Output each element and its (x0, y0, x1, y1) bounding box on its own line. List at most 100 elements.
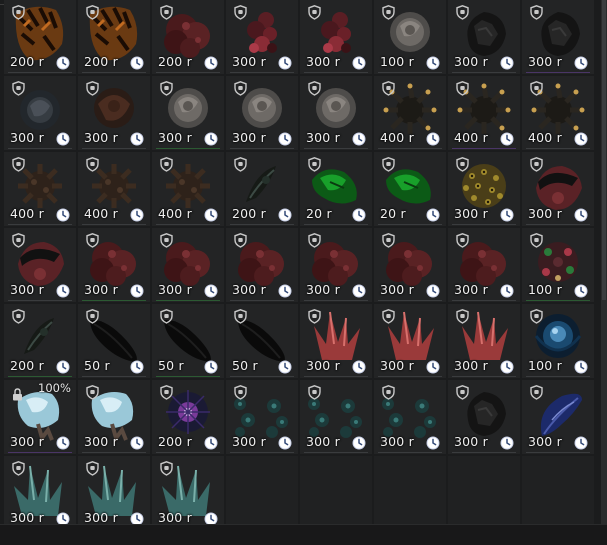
inventory-slot[interactable]: 300 r (522, 380, 594, 454)
inventory-slot[interactable]: 300 r (374, 228, 446, 302)
inventory-slot[interactable]: 50 r (152, 304, 224, 378)
clock-icon[interactable] (130, 435, 144, 450)
clock-icon[interactable] (56, 359, 70, 374)
clock-icon[interactable] (204, 283, 218, 298)
clock-icon[interactable] (204, 511, 218, 526)
inventory-slot[interactable]: 300 r (152, 228, 224, 302)
inventory-slot[interactable]: 300 r (374, 380, 446, 454)
inventory-slot[interactable]: 400 r (78, 152, 150, 226)
clock-icon[interactable] (352, 435, 366, 450)
clock-icon[interactable] (204, 207, 218, 222)
clock-icon[interactable] (426, 207, 440, 222)
clock-icon[interactable] (130, 55, 144, 70)
inventory-slot[interactable]: 300 r (78, 380, 150, 454)
inventory-slot[interactable]: 300 r (226, 228, 298, 302)
inventory-slot[interactable]: 100% 300 r (4, 380, 76, 454)
inventory-slot[interactable]: 300 r (448, 304, 520, 378)
clock-icon[interactable] (56, 511, 70, 526)
inventory-slot[interactable]: 300 r (152, 76, 224, 150)
inventory-slot[interactable]: 300 r (300, 380, 372, 454)
clock-icon[interactable] (56, 435, 70, 450)
clock-icon[interactable] (204, 55, 218, 70)
clock-icon[interactable] (130, 131, 144, 146)
inventory-slot[interactable]: 200 r (152, 380, 224, 454)
clock-icon[interactable] (574, 55, 588, 70)
inventory-slot[interactable]: 300 r (4, 228, 76, 302)
clock-icon[interactable] (352, 131, 366, 146)
inventory-slot[interactable]: 200 r (4, 0, 76, 74)
clock-icon[interactable] (278, 435, 292, 450)
clock-icon[interactable] (352, 207, 366, 222)
clock-icon[interactable] (56, 131, 70, 146)
inventory-slot[interactable]: 200 r (226, 152, 298, 226)
clock-icon[interactable] (56, 283, 70, 298)
inventory-slot[interactable]: 300 r (300, 76, 372, 150)
inventory-slot[interactable]: 300 r (4, 456, 76, 530)
clock-icon[interactable] (500, 359, 514, 374)
clock-icon[interactable] (278, 55, 292, 70)
inventory-slot[interactable]: 400 r (152, 152, 224, 226)
clock-icon[interactable] (426, 283, 440, 298)
clock-icon[interactable] (500, 283, 514, 298)
inventory-slot[interactable]: 300 r (152, 456, 224, 530)
inventory-slot[interactable]: 300 r (448, 0, 520, 74)
inventory-slot[interactable]: 300 r (448, 380, 520, 454)
inventory-slot[interactable]: 300 r (4, 76, 76, 150)
clock-icon[interactable] (278, 359, 292, 374)
inventory-slot[interactable]: 400 r (374, 76, 446, 150)
inventory-slot[interactable]: 300 r (226, 76, 298, 150)
clock-icon[interactable] (500, 207, 514, 222)
clock-icon[interactable] (130, 283, 144, 298)
clock-icon[interactable] (426, 131, 440, 146)
inventory-slot[interactable]: 400 r (4, 152, 76, 226)
clock-icon[interactable] (352, 359, 366, 374)
inventory-slot[interactable]: 300 r (78, 456, 150, 530)
clock-icon[interactable] (574, 283, 588, 298)
clock-icon[interactable] (56, 207, 70, 222)
clock-icon[interactable] (352, 283, 366, 298)
inventory-slot[interactable]: 400 r (522, 76, 594, 150)
clock-icon[interactable] (278, 283, 292, 298)
clock-icon[interactable] (500, 435, 514, 450)
inventory-slot[interactable]: 400 r (448, 76, 520, 150)
inventory-slot[interactable]: 300 r (522, 152, 594, 226)
inventory-slot[interactable]: 50 r (226, 304, 298, 378)
scrollbar-thumb[interactable] (602, 0, 606, 300)
inventory-slot[interactable]: 200 r (4, 304, 76, 378)
inventory-slot[interactable]: 100 r (374, 0, 446, 74)
inventory-slot[interactable]: 300 r (300, 0, 372, 74)
inventory-slot[interactable]: 300 r (226, 0, 298, 74)
inventory-slot[interactable]: 50 r (78, 304, 150, 378)
clock-icon[interactable] (130, 511, 144, 526)
clock-icon[interactable] (130, 359, 144, 374)
inventory-slot[interactable]: 300 r (448, 228, 520, 302)
inventory-slot[interactable]: 100 r (522, 304, 594, 378)
inventory-slot[interactable]: 200 r (78, 0, 150, 74)
inventory-slot[interactable]: 300 r (522, 0, 594, 74)
clock-icon[interactable] (426, 435, 440, 450)
clock-icon[interactable] (574, 131, 588, 146)
clock-icon[interactable] (56, 55, 70, 70)
scrollbar[interactable] (601, 0, 607, 545)
inventory-slot[interactable]: 300 r (300, 228, 372, 302)
clock-icon[interactable] (352, 55, 366, 70)
clock-icon[interactable] (426, 359, 440, 374)
inventory-slot[interactable]: 20 r (374, 152, 446, 226)
clock-icon[interactable] (574, 359, 588, 374)
inventory-slot[interactable]: 300 r (78, 228, 150, 302)
clock-icon[interactable] (278, 207, 292, 222)
clock-icon[interactable] (426, 55, 440, 70)
inventory-slot[interactable]: 300 r (374, 304, 446, 378)
clock-icon[interactable] (204, 131, 218, 146)
clock-icon[interactable] (204, 435, 218, 450)
clock-icon[interactable] (204, 359, 218, 374)
inventory-slot[interactable]: 20 r (300, 152, 372, 226)
inventory-slot[interactable]: 300 r (226, 380, 298, 454)
inventory-slot[interactable]: 300 r (300, 304, 372, 378)
clock-icon[interactable] (130, 207, 144, 222)
clock-icon[interactable] (500, 131, 514, 146)
clock-icon[interactable] (500, 55, 514, 70)
inventory-slot[interactable]: 100 r (522, 228, 594, 302)
inventory-slot[interactable]: 300 r (78, 76, 150, 150)
clock-icon[interactable] (574, 207, 588, 222)
